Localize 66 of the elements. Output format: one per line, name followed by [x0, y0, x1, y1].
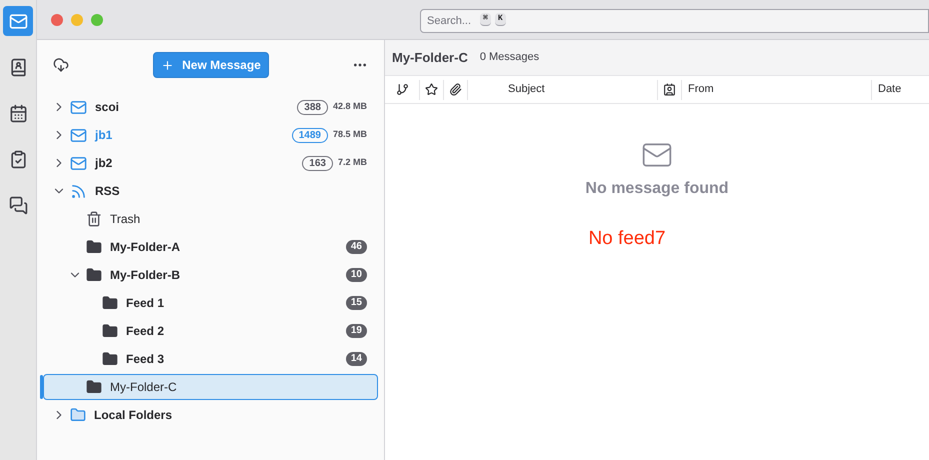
clipboard-check-icon	[8, 150, 28, 168]
folder-icon	[86, 379, 102, 395]
folder-size: 78.5 MB	[332, 128, 367, 142]
folder-icon	[102, 323, 118, 339]
folder-tree-item[interactable]: Feed 1 15	[43, 290, 378, 316]
unread-count: 46	[346, 240, 367, 254]
folder-tree-item[interactable]: Local Folders	[43, 402, 378, 428]
close-window-button[interactable]	[51, 14, 63, 26]
folder-size: 7.2 MB	[338, 156, 367, 170]
folder-icon	[86, 267, 102, 283]
folder-name: My-Folder-A	[110, 239, 180, 256]
folder-name: Feed 2	[126, 323, 164, 340]
unread-count: 19	[346, 324, 367, 338]
column-header[interactable]: Date	[872, 80, 929, 100]
folder-icon	[86, 239, 102, 255]
paperclip-icon[interactable]	[449, 83, 462, 96]
folder-name: My-Folder-C	[110, 379, 177, 396]
thread-icon[interactable]	[396, 83, 408, 96]
folder-name: scoi	[95, 99, 120, 116]
unread-count: 14	[346, 352, 367, 366]
unread-count: 15	[346, 296, 367, 310]
folder-tree-item[interactable]: My-Folder-B 10	[43, 262, 378, 288]
folder-tree-item[interactable]: Feed 2 19	[43, 318, 378, 344]
folder-icon	[102, 351, 118, 367]
trash-icon	[86, 211, 102, 227]
empty-state-text: No message found	[585, 179, 729, 199]
cloud-download-icon[interactable]	[53, 57, 69, 73]
folder-name: My-Folder-B	[110, 267, 180, 284]
folder-name: Feed 3	[126, 351, 164, 368]
contact-card-icon[interactable]	[663, 83, 676, 96]
folder-tree-item[interactable]: scoi 388 42.8 MB	[43, 94, 378, 120]
star-icon[interactable]	[425, 83, 438, 96]
folder-name: Local Folders	[94, 407, 172, 424]
folder-title: My-Folder-C	[392, 48, 468, 67]
note-text: No feed7	[588, 227, 666, 251]
chat-bubbles-icon	[8, 196, 28, 214]
folder-name: jb2	[95, 155, 112, 172]
unread-count: 10	[346, 268, 367, 282]
folder-tree-item[interactable]: jb1 1489 78.5 MB	[43, 122, 378, 148]
rss-icon	[70, 182, 87, 200]
plus-icon	[161, 58, 174, 72]
column-header[interactable]: From	[682, 80, 872, 100]
folder-name: jb1	[95, 127, 112, 144]
mail-account-icon	[70, 154, 87, 172]
mail-icon	[8, 12, 28, 30]
address-book-icon	[8, 58, 28, 76]
mail-account-icon	[70, 98, 87, 116]
folder-name: Trash	[110, 211, 140, 228]
unread-count: 163	[302, 156, 333, 170]
folder-icon	[102, 295, 118, 311]
folder-tree-item[interactable]: jb2 163 7.2 MB	[43, 150, 378, 176]
message-count: 0 Messages	[480, 50, 540, 66]
folder-tree-item[interactable]: Trash	[43, 206, 378, 232]
folder-name: Feed 1	[126, 295, 164, 312]
folder-tree-item[interactable]: RSS	[43, 178, 378, 204]
folder-tree-item[interactable]: My-Folder-A 46	[43, 234, 378, 260]
unread-count: 1489	[292, 128, 328, 142]
folder-size: 42.8 MB	[332, 100, 367, 114]
folder-tree-item[interactable]: My-Folder-C	[43, 374, 378, 400]
folder-icon	[70, 407, 86, 423]
column-header[interactable]: Subject	[468, 80, 658, 100]
folder-tree-item[interactable]: Feed 3 14	[43, 346, 378, 372]
folder-name: RSS	[95, 183, 120, 200]
unread-count: 388	[297, 100, 328, 114]
mail-account-icon	[70, 126, 87, 144]
calendar-icon	[8, 104, 28, 122]
